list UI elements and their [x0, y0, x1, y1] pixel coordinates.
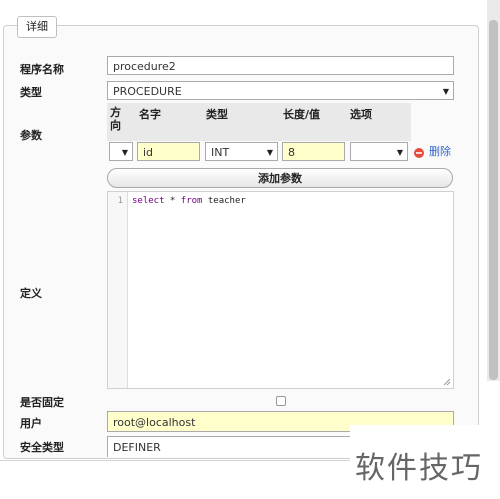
param-header-name: 名字	[139, 108, 161, 121]
code-line: select * from teacher	[132, 196, 246, 206]
type-value: PROCEDURE	[113, 85, 182, 98]
code-text-star: *	[164, 196, 181, 206]
param-name-value: id	[143, 146, 154, 159]
line-number: 1	[117, 196, 123, 206]
code-keyword-from: from	[180, 196, 203, 206]
params-header: 方向 名字 类型 长度/值 选项	[107, 103, 411, 141]
minus-circle-icon	[414, 148, 424, 158]
param-direction-select[interactable]: ▼	[109, 142, 133, 161]
deterministic-checkbox[interactable]	[276, 396, 286, 406]
param-header-options: 选项	[350, 108, 372, 121]
param-type-select[interactable]: INT ▼	[205, 142, 278, 161]
watermark-line	[0, 460, 352, 461]
chevron-down-icon: ▼	[396, 148, 403, 157]
security-type-select[interactable]: DEFINER	[107, 436, 367, 457]
add-parameter-button[interactable]: 添加参数	[107, 168, 453, 188]
param-header-direction: 方向	[110, 106, 121, 132]
security-type-value: DEFINER	[113, 441, 161, 454]
param-length-input[interactable]: 8	[282, 142, 345, 161]
routine-name-label: 程序名称	[20, 63, 64, 76]
param-type-value: INT	[211, 146, 230, 159]
chevron-down-icon: ▼	[121, 148, 128, 157]
chevron-down-icon: ▼	[266, 148, 273, 157]
type-label: 类型	[20, 86, 42, 99]
page-scrollbar[interactable]	[487, 0, 500, 381]
details-legend: 详细	[17, 16, 57, 38]
security-type-label: 安全类型	[20, 441, 64, 454]
definer-value: root@localhost	[113, 416, 196, 429]
editor-gutter: 1	[108, 192, 128, 388]
resize-handle-icon[interactable]	[443, 378, 451, 386]
watermark-text: 软件技巧	[355, 451, 483, 486]
code-text-table: teacher	[202, 196, 246, 206]
type-select[interactable]: PROCEDURE ▼	[107, 81, 454, 100]
definer-label: 用户	[20, 417, 42, 430]
param-header-type: 类型	[206, 108, 228, 121]
code-keyword-select: select	[132, 196, 165, 206]
param-delete-label: 删除	[429, 145, 451, 158]
param-name-input[interactable]: id	[137, 142, 200, 161]
param-length-value: 8	[288, 146, 295, 159]
param-header-length: 长度/值	[283, 108, 321, 121]
routine-name-value: procedure2	[113, 60, 176, 73]
routine-name-input[interactable]: procedure2	[107, 56, 454, 75]
params-label: 参数	[20, 129, 42, 142]
scrollbar-thumb[interactable]	[489, 20, 498, 380]
definition-editor[interactable]: 1 select * from teacher	[107, 191, 454, 389]
deterministic-label: 是否固定	[20, 396, 64, 409]
chevron-down-icon: ▼	[442, 87, 449, 96]
param-options-select[interactable]: ▼	[350, 142, 408, 161]
definition-label: 定义	[20, 287, 42, 300]
